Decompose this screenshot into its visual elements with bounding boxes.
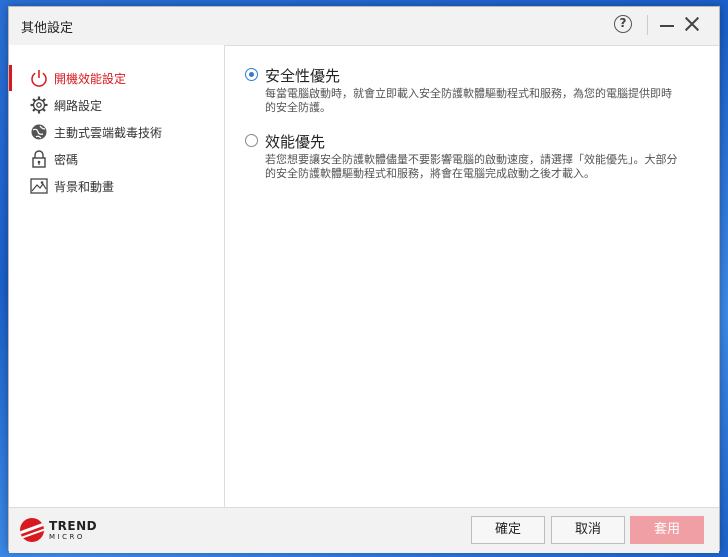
globe-icon [31,124,47,140]
option-description: 若您想要讓安全防護軟體儘量不要影響電腦的啟動速度，請選擇「效能優先」。大部分的安… [265,153,678,180]
ok-button[interactable]: 確定 [471,516,545,544]
sidebar-item-network[interactable]: 網路設定 [9,92,223,118]
power-icon [31,70,47,87]
option-title: 效能優先 [265,133,326,151]
footer: TREND MICRO 確定 取消 套用 [9,507,719,553]
minimize-icon[interactable] [660,25,674,27]
sidebar: 開機效能設定 網路設定 主動式雲端截毒技術 密碼 背景和動畫 [9,45,225,507]
sidebar-item-label: 密碼 [54,153,79,167]
sidebar-item-background-animation[interactable]: 背景和動畫 [9,173,223,199]
sidebar-item-password[interactable]: 密碼 [9,146,223,172]
option-title: 安全性優先 [265,67,341,85]
sidebar-item-startup-performance[interactable]: 開機效能設定 [9,65,223,91]
settings-window: 其他設定 ? 開機效能設定 網路設定 主動式雲端截毒技術 密碼 背景和動畫 安全… [8,6,720,553]
trend-micro-logo-icon [20,518,44,542]
picture-icon [30,178,48,194]
sidebar-item-label: 開機效能設定 [54,72,127,86]
titlebar-divider [647,15,648,35]
security-first-radio[interactable] [245,68,258,81]
title-bar: 其他設定 ? [9,7,719,46]
sidebar-item-label: 主動式雲端截毒技術 [54,126,163,140]
window-title: 其他設定 [21,21,74,36]
help-icon[interactable]: ? [614,15,632,33]
main-panel: 安全性優先 每當電腦啟動時，就會立即載入安全防護軟體驅動程式和服務，為您的電腦提… [225,45,719,507]
cancel-button[interactable]: 取消 [551,516,625,544]
apply-button[interactable]: 套用 [630,516,704,544]
performance-first-radio[interactable] [245,134,258,147]
brand-name: TREND [49,519,98,533]
option-description: 每當電腦啟動時，就會立即載入安全防護軟體驅動程式和服務，為您的電腦提供即時的安全… [265,87,672,114]
close-icon[interactable] [684,16,700,32]
sidebar-item-smart-protection[interactable]: 主動式雲端截毒技術 [9,119,223,145]
lock-icon [32,150,46,168]
brand-subname: MICRO [49,533,85,541]
sidebar-item-label: 背景和動畫 [54,180,115,194]
sidebar-item-label: 網路設定 [54,99,103,113]
active-indicator [9,65,12,91]
gear-icon [30,96,48,114]
trend-micro-logo: TREND MICRO [20,518,100,546]
